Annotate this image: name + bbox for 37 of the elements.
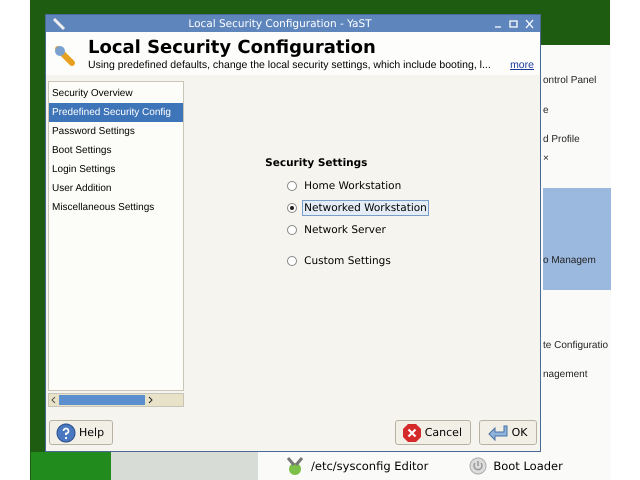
group-title: Security Settings	[265, 157, 368, 169]
control-center-item[interactable]: te Configuratio	[543, 340, 611, 351]
module-label[interactable]: Boot Loader	[493, 459, 563, 473]
radio-option[interactable]: Custom Settings	[287, 250, 429, 272]
sidebar-item[interactable]: Password Settings	[49, 122, 183, 141]
return-arrow-icon	[486, 424, 509, 442]
power-icon	[468, 456, 488, 476]
radio-button[interactable]	[287, 181, 298, 191]
window-title: Local Security Configuration - YaST	[187, 18, 373, 30]
help-icon	[56, 422, 76, 442]
horizontal-scrollbar[interactable]	[48, 393, 184, 407]
dialog-heading: Local Security Configuration	[88, 37, 377, 59]
radio-button[interactable]	[287, 225, 298, 235]
help-button[interactable]: Help	[49, 420, 114, 445]
radio-option[interactable]: Home Workstation	[287, 175, 429, 197]
sidebar-item[interactable]: Login Settings	[49, 160, 183, 179]
control-center-item[interactable]: d Profile	[543, 134, 611, 145]
module-label[interactable]: /etc/sysconfig Editor	[311, 459, 428, 473]
control-center-item[interactable]: e	[543, 105, 611, 116]
control-center-item[interactable]: ×	[543, 153, 611, 164]
control-center-item[interactable]: nagement	[543, 369, 611, 380]
window-controls-icon[interactable]	[494, 18, 534, 28]
cancel-icon	[402, 422, 422, 442]
more-link[interactable]: more	[510, 59, 534, 71]
description-text: Using predefined defaults, change the local security settings, which include booting, l...	[88, 59, 491, 71]
sidebar-item[interactable]: User Addition	[49, 179, 183, 198]
radio-option[interactable]: Network Server	[287, 219, 429, 241]
ok-button[interactable]: OK	[479, 420, 537, 445]
radio-button[interactable]	[287, 256, 298, 266]
control-center-item[interactable]: o Managem	[543, 188, 611, 290]
sidebar-item[interactable]: Predefined Security Config	[49, 103, 183, 122]
sidebar-item[interactable]: Boot Settings	[49, 141, 183, 160]
cancel-button[interactable]: Cancel	[394, 420, 471, 445]
sidebar-item[interactable]: Miscellaneous Settings	[49, 198, 183, 217]
radio-button[interactable]	[287, 203, 298, 213]
sidebar-item[interactable]: Security Overview	[49, 84, 183, 103]
control-center-item[interactable]: ontrol Panel	[543, 75, 611, 86]
